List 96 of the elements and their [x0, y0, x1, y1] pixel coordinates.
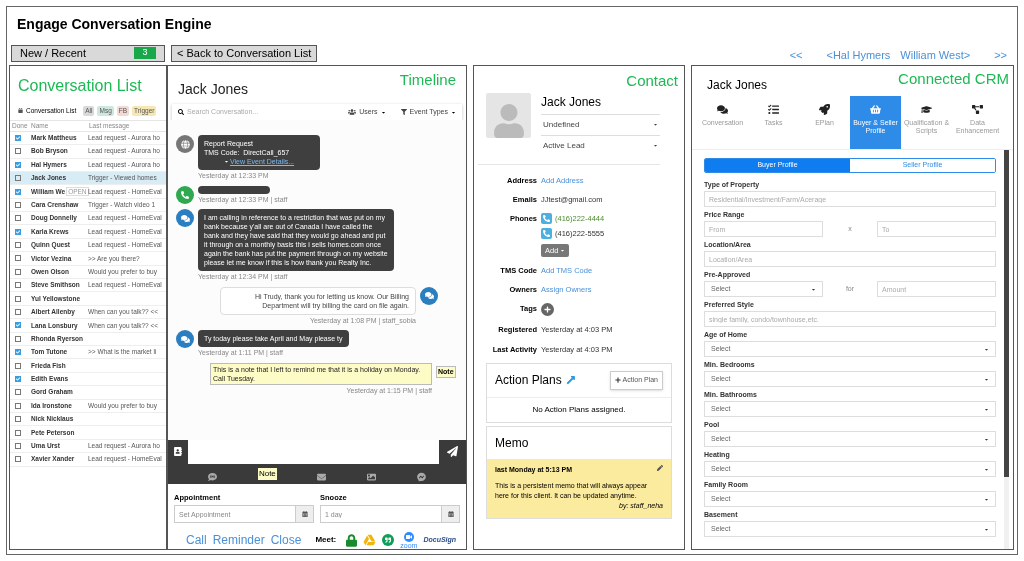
chat-icon — [717, 104, 728, 115]
app-title: Engage Conversation Engine — [16, 15, 213, 34]
phone-icon — [176, 185, 194, 204]
lock-icon[interactable] — [346, 533, 358, 547]
contact-name: Jack Jones — [707, 77, 768, 94]
panel-title: Timeline — [399, 70, 456, 90]
hangouts-icon[interactable] — [382, 534, 395, 546]
checkbox[interactable] — [15, 362, 21, 369]
checkbox[interactable] — [15, 242, 21, 249]
caret-icon — [653, 143, 658, 148]
new-recent-button[interactable]: New / Recent 3 — [11, 44, 165, 62]
users-icon — [348, 108, 357, 116]
caret-icon — [223, 159, 229, 164]
checkbox[interactable] — [15, 335, 21, 342]
caret-icon — [811, 286, 816, 292]
back-button[interactable]: < Back to Conversation List — [171, 44, 318, 62]
calendar-icon — [447, 511, 454, 517]
nav-link[interactable]: <Hal Hymers — [826, 46, 891, 64]
checkbox[interactable] — [15, 295, 21, 302]
checkbox[interactable] — [15, 375, 21, 382]
chat-icon — [176, 209, 194, 227]
caret-icon — [653, 122, 658, 127]
checkbox[interactable] — [15, 148, 21, 155]
caret-icon — [451, 109, 456, 115]
nav-link[interactable]: >> — [994, 46, 1007, 64]
checkbox[interactable] — [15, 309, 21, 315]
caret-icon — [984, 526, 989, 532]
checkbox[interactable] — [15, 215, 21, 222]
checkbox[interactable] — [15, 255, 21, 262]
scrollbar[interactable] — [1004, 150, 1009, 549]
graduation-cap-icon — [921, 104, 932, 115]
action-link[interactable]: Call — [186, 531, 207, 549]
caret-icon — [560, 247, 566, 253]
action-link[interactable]: Reminder — [212, 531, 265, 549]
checkbox[interactable] — [15, 228, 21, 235]
checkbox[interactable] — [15, 456, 21, 463]
card-title: Memo — [494, 434, 530, 452]
redacted-bar — [198, 185, 270, 194]
message-input[interactable] — [188, 439, 439, 464]
calendar-button[interactable] — [296, 505, 314, 523]
panel-title: Conversation List — [17, 76, 143, 96]
edit-icon[interactable] — [657, 464, 663, 471]
calendar-button[interactable] — [442, 505, 460, 523]
status-dropdown[interactable]: Undefined — [541, 113, 660, 135]
empty-message: No Action Plans assigned. — [531, 403, 627, 416]
rocket-icon — [819, 104, 830, 115]
nav-link[interactable]: William West> — [900, 46, 971, 64]
checkbox[interactable] — [15, 322, 21, 329]
plus-icon — [614, 377, 621, 384]
count-badge: 3 — [134, 47, 156, 59]
list-icon — [768, 104, 779, 115]
send-icon[interactable] — [447, 446, 458, 458]
caret-icon — [984, 346, 989, 352]
chat-icon — [176, 330, 194, 348]
checkbox[interactable] — [15, 389, 21, 396]
checkbox[interactable] — [15, 268, 21, 275]
checkbox[interactable] — [15, 416, 21, 423]
caret-icon — [984, 436, 989, 442]
calendar-icon — [301, 511, 308, 517]
panel-title: Connected CRM — [898, 69, 1009, 89]
nav-link[interactable]: << — [789, 46, 803, 64]
basket-icon — [870, 104, 881, 115]
video-icon[interactable] — [403, 531, 414, 542]
avatar-placeholder — [486, 92, 531, 138]
caret-icon — [984, 496, 989, 502]
search-icon — [178, 109, 184, 115]
panel-title: Contact — [625, 71, 679, 91]
card-title: Action Plans — [495, 372, 562, 390]
meet-label: Meet: — [315, 534, 337, 546]
table-icon — [18, 108, 23, 114]
caret-icon — [984, 466, 989, 472]
caret-icon — [984, 376, 989, 382]
checkbox[interactable] — [15, 175, 21, 182]
contact-name: Jack Jones — [541, 93, 603, 111]
diagram-icon — [972, 104, 983, 115]
checkbox[interactable] — [15, 188, 21, 195]
checkbox[interactable] — [15, 201, 21, 208]
checkbox[interactable] — [15, 429, 21, 436]
contact-card-icon[interactable] — [174, 447, 182, 457]
checkbox[interactable] — [15, 282, 21, 289]
status-dropdown[interactable]: Active Lead — [541, 134, 660, 156]
checkbox[interactable] — [15, 442, 21, 449]
checkbox[interactable] — [15, 161, 21, 168]
globe-icon — [176, 135, 194, 153]
filter-icon — [400, 109, 407, 115]
add-tag-icon[interactable] — [541, 303, 554, 317]
note-tab[interactable]: Note — [257, 467, 277, 480]
caret-icon — [984, 406, 989, 412]
checkbox[interactable] — [15, 349, 21, 356]
caret-icon — [380, 109, 386, 115]
phone-icon[interactable] — [541, 213, 552, 225]
contact-name: Jack Jones — [178, 80, 249, 99]
checkbox[interactable] — [15, 134, 21, 141]
chat-icon — [420, 286, 438, 305]
phone-icon[interactable] — [541, 228, 552, 240]
checkbox[interactable] — [15, 402, 21, 409]
